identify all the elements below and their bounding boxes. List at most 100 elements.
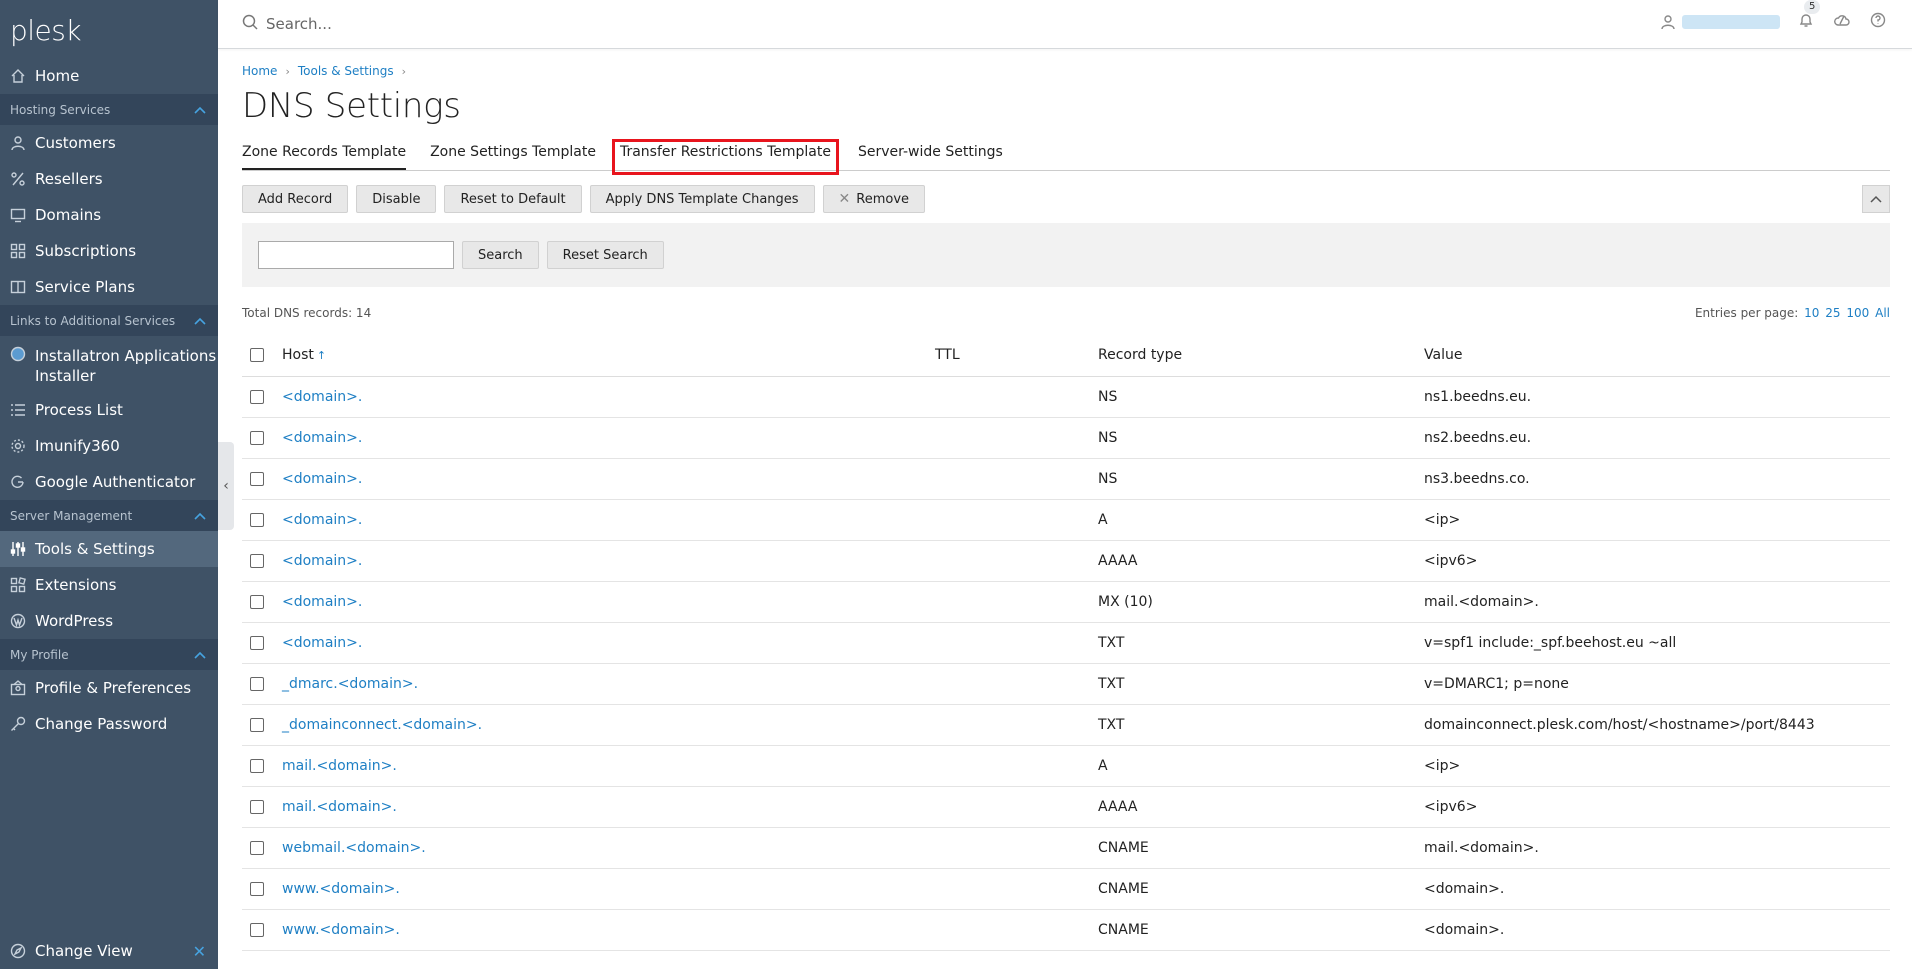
column-ttl[interactable]: TTL [935,335,1098,377]
gear-icon [10,438,26,454]
section-hosting-services[interactable]: Hosting Services [0,94,218,125]
section-my-profile[interactable]: My Profile [0,639,218,670]
host-link[interactable]: _dmarc.<domain>. [282,676,418,692]
breadcrumb-home[interactable]: Home [242,64,277,78]
change-view-button[interactable]: Change View ✕ [0,933,218,969]
sidebar-item-imunify360[interactable]: Imunify360 [0,428,218,464]
tab-server-wide-settings[interactable]: Server-wide Settings [858,144,1003,170]
total-records: Total DNS records: 14 [242,306,372,320]
ttl-cell [935,376,1098,418]
entries-option-all[interactable]: All [1875,306,1890,320]
sidebar-item-service-plans[interactable]: Service Plans [0,269,218,305]
row-checkbox[interactable] [250,430,264,445]
sidebar-item-change-password[interactable]: Change Password [0,706,218,742]
host-link[interactable]: <domain>. [282,471,362,487]
row-checkbox[interactable] [250,717,264,732]
reset-to-default-button[interactable]: Reset to Default [444,185,582,213]
column-host[interactable]: Host ↑ [282,335,935,377]
entries-option-10[interactable]: 10 [1804,306,1819,320]
records-search-input[interactable] [258,241,454,269]
section-links-additional-services[interactable]: Links to Additional Services [0,305,218,336]
help-icon [1870,12,1886,28]
percent-icon [10,171,26,187]
host-link[interactable]: <domain>. [282,594,362,610]
close-icon[interactable]: ✕ [193,942,206,961]
ttl-cell [935,704,1098,746]
entries-option-100[interactable]: 100 [1846,306,1869,320]
cloud-button[interactable] [1834,12,1850,32]
sidebar-item-customers[interactable]: Customers [0,125,218,161]
row-checkbox[interactable] [250,389,264,404]
row-checkbox[interactable] [250,799,264,814]
remove-button[interactable]: ✕ Remove [822,185,926,213]
collapse-toolbar-button[interactable] [1862,185,1890,213]
grid-icon [10,243,26,259]
host-cell: <domain>. [282,499,935,541]
sidebar-item-wordpress[interactable]: WordPress [0,603,218,639]
host-link[interactable]: <domain>. [282,635,362,651]
sidebar-item-installatron[interactable]: Installatron Applications Installer [0,336,218,392]
sidebar-item-domains[interactable]: Domains [0,197,218,233]
notifications-button[interactable]: 5 [1798,0,1821,32]
search-button[interactable]: Search [462,241,539,269]
host-link[interactable]: webmail.<domain>. [282,840,426,856]
column-value[interactable]: Value [1424,335,1890,377]
sidebar-item-home[interactable]: Home [0,58,218,94]
sidebar-item-extensions[interactable]: Extensions [0,567,218,603]
tab-transfer-restrictions-template[interactable]: Transfer Restrictions Template [611,139,839,175]
host-link[interactable]: mail.<domain>. [282,758,397,774]
table-row: <domain>. TXT v=spf1 include:_spf.beehost.… [242,622,1890,664]
help-button[interactable] [1870,12,1886,32]
row-checkbox[interactable] [250,922,264,937]
sidebar-item-google-authenticator[interactable]: Google Authenticator [0,464,218,500]
tab-zone-records-template[interactable]: Zone Records Template [242,144,407,170]
sidebar-item-subscriptions[interactable]: Subscriptions [0,233,218,269]
row-checkbox[interactable] [250,758,264,773]
sidebar-collapse-toggle[interactable]: ‹ [218,442,234,530]
entries-option-25[interactable]: 25 [1825,306,1840,320]
sidebar-item-tools-settings[interactable]: Tools & Settings [0,531,218,567]
sidebar-item-label: Domains [35,206,102,224]
sidebar-item-label: Subscriptions [35,242,137,260]
user-icon [1661,15,1675,30]
row-checkbox[interactable] [250,635,264,650]
host-link[interactable]: <domain>. [282,389,362,405]
host-cell: <domain>. [282,622,935,664]
plesk-logo[interactable]: plesk [0,0,218,58]
row-checkbox[interactable] [250,553,264,568]
table-header-row: Host ↑ TTL Record type Value [242,335,1890,377]
row-checkbox[interactable] [250,594,264,609]
host-link[interactable]: mail.<domain>. [282,799,397,815]
apply-dns-template-changes-button[interactable]: Apply DNS Template Changes [589,185,815,213]
disable-button[interactable]: Disable [356,185,437,213]
sidebar-item-process-list[interactable]: Process List [0,392,218,428]
reset-search-button[interactable]: Reset Search [546,241,664,269]
host-link[interactable]: www.<domain>. [282,881,400,897]
host-link[interactable]: _domainconnect.<domain>. [282,717,482,733]
tab-zone-settings-template[interactable]: Zone Settings Template [430,144,596,170]
value-cell: mail.<domain>. [1424,827,1890,869]
global-search-input[interactable]: Search... [266,15,332,33]
record-type-cell: NS [1098,376,1424,418]
row-checkbox[interactable] [250,840,264,855]
wordpress-icon [10,613,26,629]
row-select-cell [242,704,282,746]
value-cell: <ipv6> [1424,540,1890,582]
row-checkbox[interactable] [250,676,264,691]
user-account-menu[interactable] [1682,15,1780,29]
host-link[interactable]: <domain>. [282,553,362,569]
add-record-button[interactable]: Add Record [242,185,349,213]
row-checkbox[interactable] [250,512,264,527]
host-link[interactable]: <domain>. [282,512,362,528]
column-record-type[interactable]: Record type [1098,335,1424,377]
section-server-management[interactable]: Server Management [0,500,218,531]
chevron-up-icon [194,317,206,325]
sidebar-item-profile-preferences[interactable]: Profile & Preferences [0,670,218,706]
host-link[interactable]: <domain>. [282,430,362,446]
row-checkbox[interactable] [250,471,264,486]
breadcrumb-tools-settings[interactable]: Tools & Settings [298,64,394,78]
select-all-checkbox[interactable] [250,348,264,363]
sidebar-item-resellers[interactable]: Resellers [0,161,218,197]
host-link[interactable]: www.<domain>. [282,922,400,938]
row-checkbox[interactable] [250,881,264,896]
